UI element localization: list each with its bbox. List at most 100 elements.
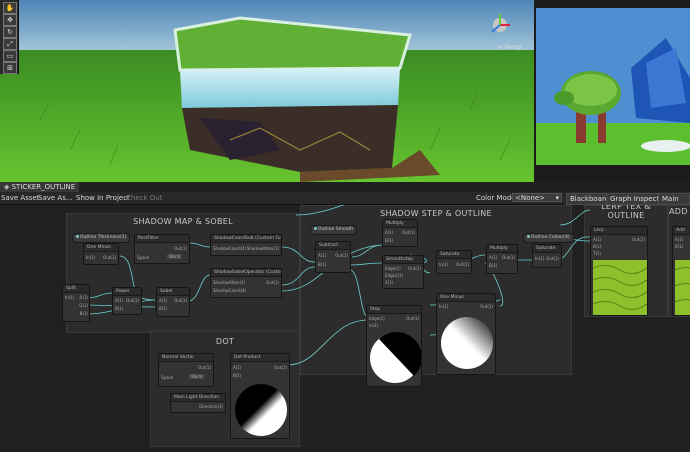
- port-label[interactable]: ShadowCoord(4): [213, 288, 246, 293]
- port-label[interactable]: B(1): [80, 311, 88, 316]
- port-label[interactable]: A(1): [385, 230, 393, 235]
- port-label[interactable]: Out(1): [274, 365, 287, 370]
- port-label[interactable]: A(1): [233, 365, 241, 370]
- port-label[interactable]: A(1): [675, 237, 683, 242]
- multiply-node-1[interactable]: Multiply A(1) Out(1) B(1): [382, 219, 418, 247]
- save-as-button[interactable]: Save As...: [38, 192, 73, 204]
- port-label[interactable]: Out(1): [632, 237, 645, 242]
- port-label[interactable]: A(1): [489, 255, 497, 260]
- port-label[interactable]: In(1): [369, 323, 378, 328]
- port-label[interactable]: In(1): [86, 255, 95, 260]
- show-in-project-button[interactable]: Show In Project: [76, 192, 130, 204]
- sobel-node[interactable]: Sobel A(1) Out(1) B(1): [156, 287, 190, 317]
- port-label[interactable]: B(1): [385, 238, 393, 243]
- outline-colour-property[interactable]: Outline Colour(4): [523, 233, 574, 243]
- port-label[interactable]: T(1): [593, 251, 601, 256]
- saturate-node-1[interactable]: Saturate In(1) Out(1): [436, 250, 472, 274]
- port-label[interactable]: Out(1): [126, 298, 139, 303]
- postfilter-node[interactable]: PostFilter Out(1) Space World: [134, 234, 190, 264]
- tab-sticker-outline[interactable]: ◈ STICKER_OUTLINE: [0, 182, 80, 192]
- shadow-sobel-operator-node[interactable]: ShadowSobelOperator (Custom Function) Sh…: [210, 268, 282, 298]
- subtract-node[interactable]: Subtract A(1) Out(1) B(1): [315, 241, 351, 273]
- outline-thickness-property[interactable]: Outline Thickness(1): [72, 233, 131, 243]
- port-label[interactable]: World: [189, 374, 205, 379]
- port-label[interactable]: Edge(1): [369, 316, 385, 321]
- rotate-tool-icon[interactable]: ↻: [3, 26, 17, 38]
- port-label[interactable]: Out(1): [456, 262, 469, 267]
- lerp-node[interactable]: Lerp A(1) Out(1) B(1) T(1): [590, 226, 648, 316]
- port-label[interactable]: B(1): [115, 306, 123, 311]
- transform-tool-icon[interactable]: ⊞: [3, 62, 17, 74]
- one-minus-node-2[interactable]: One Minus In(1) Out(1): [436, 293, 496, 375]
- port-label[interactable]: B(1): [318, 262, 326, 267]
- port-label[interactable]: A(1): [115, 298, 123, 303]
- saturate-node-2[interactable]: Saturate In(1) Out(1): [532, 244, 562, 268]
- port-label[interactable]: Out(1): [480, 304, 493, 309]
- port-label[interactable]: R(1): [80, 295, 88, 300]
- lerp-preview: [593, 260, 647, 315]
- port-label[interactable]: B(1): [593, 244, 601, 249]
- port-label[interactable]: In(1): [65, 295, 74, 300]
- port-label[interactable]: Out(1): [198, 365, 211, 370]
- port-label[interactable]: In(1): [439, 304, 448, 309]
- port-label[interactable]: Out(1): [502, 255, 515, 260]
- port-label[interactable]: X(1): [385, 280, 393, 285]
- multiply-node-2[interactable]: Multiply A(1) Out(1) B(1): [486, 244, 518, 274]
- port-label[interactable]: A(1): [318, 253, 326, 258]
- port-label[interactable]: Out(1): [103, 255, 116, 260]
- port-label[interactable]: ShadowAtten(1): [247, 246, 279, 251]
- dot-product-node[interactable]: Dot Product A(1) Out(1) B(1): [230, 353, 290, 439]
- graph-canvas[interactable]: SHADOW MAP & SOBEL SHADOW STEP & OUTLINE…: [0, 205, 690, 452]
- port-label[interactable]: B(1): [159, 306, 167, 311]
- port-label[interactable]: Direction(3): [199, 404, 223, 409]
- port-label[interactable]: Out(1): [408, 266, 421, 271]
- port-label[interactable]: Out(1): [174, 246, 187, 251]
- node-title: ShadowCoordSub (Custom Function): [211, 235, 281, 243]
- outline-smooth-property[interactable]: Outline Smooth: [310, 225, 358, 235]
- port-label[interactable]: A(1): [159, 298, 167, 303]
- persp-label[interactable]: < Persp: [498, 44, 521, 51]
- port-label[interactable]: ShadowCoord(4): [213, 246, 246, 251]
- node-title: Power: [113, 288, 141, 296]
- port-label[interactable]: Out(1): [335, 253, 348, 258]
- color-mode-select[interactable]: <None> ▾: [512, 193, 562, 202]
- main-light-direction-node[interactable]: Main Light Direction Direction(3): [170, 393, 226, 413]
- port-label[interactable]: A(1): [593, 237, 601, 242]
- port-label[interactable]: B(1): [675, 244, 683, 249]
- step-node[interactable]: Step Edge(1) Out(1) In(1): [366, 305, 422, 387]
- node-title: Saturate: [533, 245, 561, 253]
- port-label[interactable]: Edge(1): [385, 266, 401, 271]
- smoothstep-node[interactable]: Smoothstep Edge(1) Out(1) Edge2(1) X(1): [382, 255, 424, 289]
- scene-render: [0, 0, 534, 182]
- scale-tool-icon[interactable]: ⤢: [3, 38, 17, 50]
- port-label[interactable]: Edge2(1): [385, 273, 403, 278]
- port-label[interactable]: In(1): [535, 256, 544, 261]
- port-label[interactable]: Space: [137, 255, 149, 260]
- rect-tool-icon[interactable]: ▭: [3, 50, 17, 62]
- normal-vector-node[interactable]: Normal Vector Out(1) Space World: [158, 353, 214, 387]
- port-label[interactable]: G(1): [79, 303, 88, 308]
- port-label[interactable]: Out(1): [402, 230, 415, 235]
- port-label[interactable]: ShadowAtten(1): [213, 280, 245, 285]
- port-label[interactable]: In(1): [439, 262, 448, 267]
- move-tool-icon[interactable]: ✥: [3, 14, 17, 26]
- one-minus-node[interactable]: One Minus In(1) Out(1): [83, 243, 119, 265]
- port-label[interactable]: World: [167, 254, 183, 259]
- main-preview-toggle[interactable]: Main Previ: [658, 193, 690, 213]
- port-label[interactable]: Out(1): [546, 256, 559, 261]
- power-node[interactable]: Power A(1) Out(1) B(1): [112, 287, 142, 315]
- port-label[interactable]: Out(1): [174, 298, 187, 303]
- shadowcoord-node[interactable]: ShadowCoordSub (Custom Function) ShadowC…: [210, 234, 282, 256]
- add-node[interactable]: Add A(1) B(1): [672, 226, 690, 316]
- scene-view[interactable]: < Persp ✋ ✥ ↻ ⤢ ▭ ⊞: [0, 0, 534, 182]
- port-label[interactable]: Space: [161, 375, 173, 380]
- port-label[interactable]: B(1): [489, 263, 497, 268]
- save-asset-button[interactable]: Save Asset: [1, 192, 40, 204]
- port-label[interactable]: Out(1): [266, 280, 279, 285]
- hand-tool-icon[interactable]: ✋: [3, 2, 17, 14]
- port-label[interactable]: B(1): [233, 373, 241, 378]
- game-view[interactable]: [536, 8, 690, 165]
- check-out-button[interactable]: Check Out: [126, 192, 162, 204]
- split-node[interactable]: Split In(1) R(1) G(1) B(1): [62, 284, 90, 322]
- port-label[interactable]: Out(1): [406, 316, 419, 321]
